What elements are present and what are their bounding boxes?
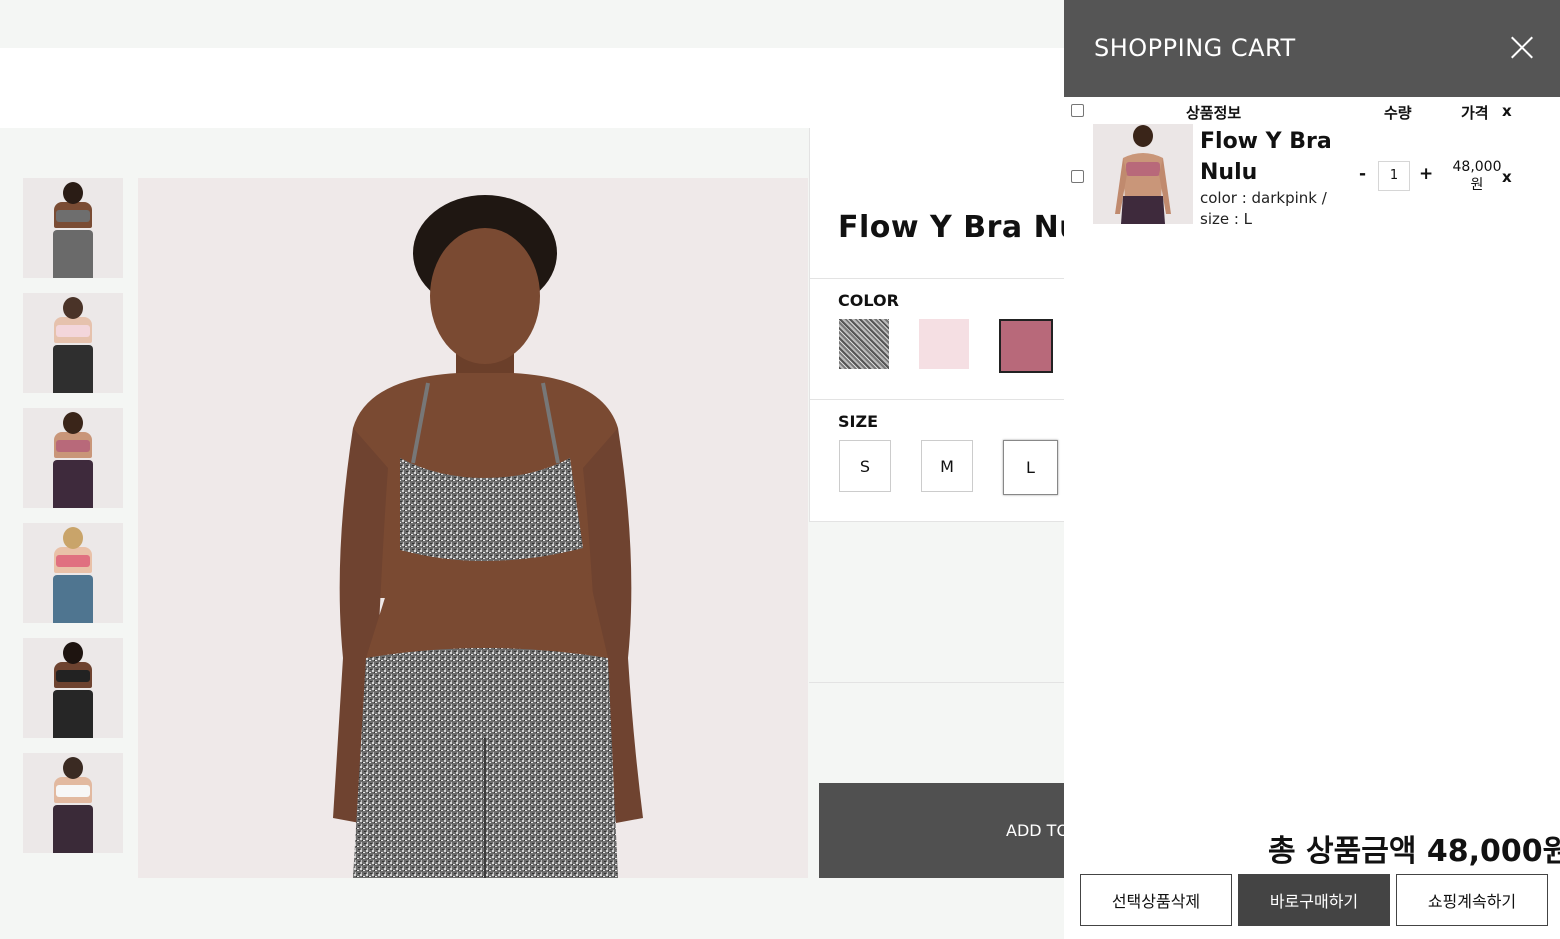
thumbnail-6[interactable] [23,753,123,853]
cart-item-name: Flow Y Bra Nulu [1200,129,1332,185]
cart-header: SHOPPING CART [1064,0,1560,97]
quantity-decrease-button[interactable]: - [1359,164,1366,184]
shopping-cart-drawer: SHOPPING CART 상품정보 수량 가격 x Flow Y Bra Nu… [1064,0,1560,939]
column-header-price: 가격 [1461,104,1489,122]
column-header-info: 상품정보 [1186,104,1242,122]
size-label: SIZE [838,412,879,431]
cart-title: SHOPPING CART [1094,34,1296,62]
color-swatch-lightpink[interactable] [919,319,969,369]
cart-item-options: color : darkpink / size : L [1200,189,1327,228]
color-swatch-darkpink[interactable] [999,319,1053,373]
item-checkbox[interactable] [1071,170,1084,183]
thumbnail-3[interactable] [23,408,123,508]
size-button-s[interactable]: S [839,440,891,492]
thumbnail-2[interactable] [23,293,123,393]
close-icon[interactable] [1508,34,1536,62]
buy-now-button[interactable]: 바로구매하기 [1238,874,1390,926]
size-button-l[interactable]: L [1003,440,1058,495]
thumbnail-1[interactable] [23,178,123,278]
color-label: COLOR [838,291,899,310]
cart-item-price: 48,000 원 [1452,159,1502,193]
column-header-quantity: 수량 [1384,104,1412,122]
continue-shopping-button[interactable]: 쇼핑계속하기 [1396,874,1548,926]
cart-total: 총 상품금액 48,000원 [1268,834,1560,869]
color-swatch-grey[interactable] [839,319,889,369]
thumbnail-5[interactable] [23,638,123,738]
delete-selected-button[interactable]: 선택상품삭제 [1080,874,1232,926]
size-button-m[interactable]: M [921,440,973,492]
main-product-image [138,178,808,878]
select-all-checkbox[interactable] [1071,104,1084,117]
thumbnail-4[interactable] [23,523,123,623]
quantity-input[interactable]: 1 [1378,161,1410,191]
cart-item-image [1093,124,1193,224]
remove-item-icon[interactable]: x [1502,168,1512,186]
remove-all-icon[interactable]: x [1502,102,1512,120]
quantity-increase-button[interactable]: + [1419,164,1433,184]
thumbnail-list [23,178,123,868]
